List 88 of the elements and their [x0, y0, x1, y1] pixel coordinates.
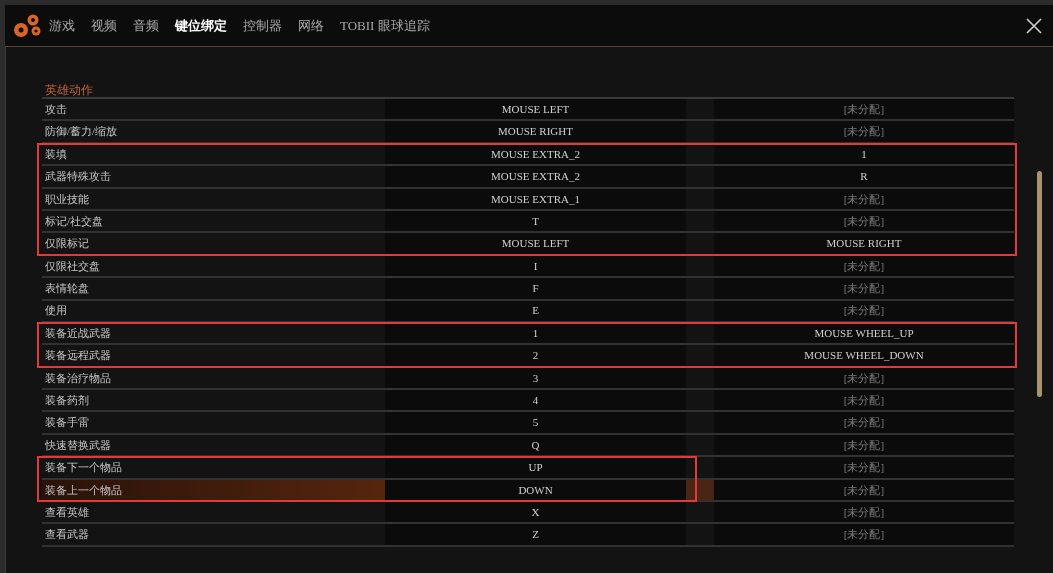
- key-binding-slot[interactable]: Q: [385, 434, 686, 456]
- action-label: 装备治疗物品: [44, 370, 112, 386]
- key-binding-slot[interactable]: MOUSE EXTRA_1: [385, 188, 686, 209]
- tab[interactable]: 音频: [133, 15, 159, 36]
- key-binding-slot[interactable]: MOUSE RIGHT: [714, 233, 1014, 254]
- scrollbar[interactable]: [1037, 171, 1042, 397]
- action-label: 职业技能: [44, 191, 90, 207]
- key-binding-slot[interactable]: [未分配]: [714, 434, 1014, 456]
- tab[interactable]: 控制器: [243, 15, 282, 36]
- action-label: 武器特殊攻击: [44, 169, 112, 185]
- key-binding-slot[interactable]: I: [385, 255, 686, 277]
- key-binding-slot[interactable]: Z: [385, 524, 686, 545]
- binding-row[interactable]: 快速替换武器 Q [未分配]: [42, 434, 1014, 458]
- key-binding-slot[interactable]: [未分配]: [714, 457, 1014, 478]
- action-label: 防御/蓄力/缩放: [44, 124, 119, 140]
- action-label: 快速替换武器: [44, 437, 112, 453]
- key-binding-slot[interactable]: 4: [385, 390, 686, 411]
- key-binding-slot[interactable]: 3: [385, 367, 686, 389]
- binding-row[interactable]: 职业技能 MOUSE EXTRA_1 [未分配]: [42, 188, 1014, 211]
- key-binding-slot[interactable]: [未分配]: [714, 502, 1014, 523]
- key-binding-slot[interactable]: [未分配]: [714, 300, 1014, 321]
- action-label: 仅限社交盘: [44, 258, 101, 274]
- binding-row[interactable]: 装备近战武器 1 MOUSE WHEEL_UP: [42, 322, 1014, 346]
- key-binding-slot[interactable]: MOUSE WHEEL_DOWN: [714, 345, 1014, 366]
- key-binding-slot[interactable]: [未分配]: [714, 412, 1014, 433]
- key-binding-slot[interactable]: [未分配]: [714, 255, 1014, 277]
- binding-row[interactable]: 装备治疗物品 3 [未分配]: [42, 367, 1014, 391]
- tab[interactable]: 视频: [91, 15, 117, 36]
- action-label: 装备近战武器: [44, 325, 112, 341]
- key-binding-slot[interactable]: 1: [714, 143, 1014, 165]
- tab[interactable]: 游戏: [49, 15, 75, 36]
- binding-row[interactable]: 表情轮盘 F [未分配]: [42, 278, 1014, 301]
- key-binding-slot[interactable]: [未分配]: [714, 121, 1014, 142]
- action-label: 仅限标记: [44, 236, 90, 252]
- binding-row[interactable]: 装填 MOUSE EXTRA_2 1: [42, 143, 1014, 167]
- key-binding-slot[interactable]: [未分配]: [714, 524, 1014, 545]
- binding-row[interactable]: 装备下一个物品 UP [未分配]: [42, 457, 1014, 480]
- key-binding-slot[interactable]: [未分配]: [714, 390, 1014, 411]
- binding-row[interactable]: 装备手雷 5 [未分配]: [42, 412, 1014, 435]
- key-binding-slot[interactable]: MOUSE RIGHT: [385, 121, 686, 142]
- key-binding-slot[interactable]: [未分配]: [714, 188, 1014, 209]
- action-label: 装填: [44, 146, 68, 162]
- binding-row[interactable]: 仅限标记 MOUSE LEFT MOUSE RIGHT: [42, 233, 1014, 256]
- key-binding-slot[interactable]: [未分配]: [714, 210, 1014, 232]
- action-label: 装备药剂: [44, 393, 90, 408]
- key-binding-slot[interactable]: T: [385, 210, 686, 232]
- binding-row[interactable]: 查看武器 Z [未分配]: [42, 524, 1014, 547]
- key-binding-slot[interactable]: MOUSE LEFT: [385, 233, 686, 254]
- binding-row[interactable]: 防御/蓄力/缩放 MOUSE RIGHT [未分配]: [42, 121, 1014, 144]
- binding-row[interactable]: 使用 E [未分配]: [42, 300, 1014, 323]
- tab[interactable]: 键位绑定: [175, 15, 227, 36]
- binding-row[interactable]: 装备药剂 4 [未分配]: [42, 390, 1014, 413]
- key-binding-slot[interactable]: [未分配]: [714, 367, 1014, 389]
- key-binding-slot[interactable]: MOUSE WHEEL_UP: [714, 322, 1014, 344]
- action-label: 装备上一个物品: [44, 482, 123, 498]
- key-binding-slot[interactable]: E: [385, 300, 686, 321]
- binding-row[interactable]: 仅限社交盘 I [未分配]: [42, 255, 1014, 279]
- key-binding-slot[interactable]: MOUSE EXTRA_2: [385, 143, 686, 165]
- key-binding-slot[interactable]: MOUSE EXTRA_2: [385, 166, 686, 187]
- binding-row[interactable]: 装备远程武器 2 MOUSE WHEEL_DOWN: [42, 345, 1014, 368]
- binding-row[interactable]: 武器特殊攻击 MOUSE EXTRA_2 R: [42, 166, 1014, 189]
- key-binding-slot[interactable]: DOWN: [385, 479, 686, 501]
- key-binding-slot[interactable]: 1: [385, 322, 686, 344]
- binding-row[interactable]: 查看英雄 X [未分配]: [42, 502, 1014, 525]
- key-binding-slot[interactable]: MOUSE LEFT: [385, 99, 686, 120]
- key-binding-slot[interactable]: X: [385, 502, 686, 523]
- action-label: 查看武器: [44, 527, 90, 543]
- binding-row[interactable]: 标记/社交盘 T [未分配]: [42, 210, 1014, 234]
- action-label: 装备远程武器: [44, 348, 112, 364]
- tab[interactable]: TOBII 眼球追踪: [340, 15, 430, 36]
- key-binding-slot[interactable]: [未分配]: [714, 99, 1014, 120]
- action-label: 查看英雄: [44, 504, 90, 520]
- action-label: 标记/社交盘: [44, 213, 105, 229]
- binding-row[interactable]: 攻击 MOUSE LEFT [未分配]: [42, 99, 1014, 122]
- action-label: 装备手雷: [44, 415, 90, 431]
- action-label: 使用: [44, 303, 68, 319]
- key-binding-slot[interactable]: [未分配]: [714, 278, 1014, 299]
- key-binding-slot[interactable]: 5: [385, 412, 686, 433]
- action-label: 装备下一个物品: [44, 460, 123, 476]
- action-label: 攻击: [44, 101, 68, 117]
- key-binding-slot[interactable]: 2: [385, 345, 686, 366]
- close-icon[interactable]: [1025, 16, 1043, 35]
- key-binding-slot[interactable]: [未分配]: [714, 479, 1014, 501]
- key-binding-slot[interactable]: R: [714, 166, 1014, 187]
- key-binding-slot[interactable]: UP: [385, 457, 686, 478]
- tab[interactable]: 网络: [298, 15, 324, 36]
- action-label: 表情轮盘: [44, 281, 90, 297]
- key-binding-slot[interactable]: F: [385, 278, 686, 299]
